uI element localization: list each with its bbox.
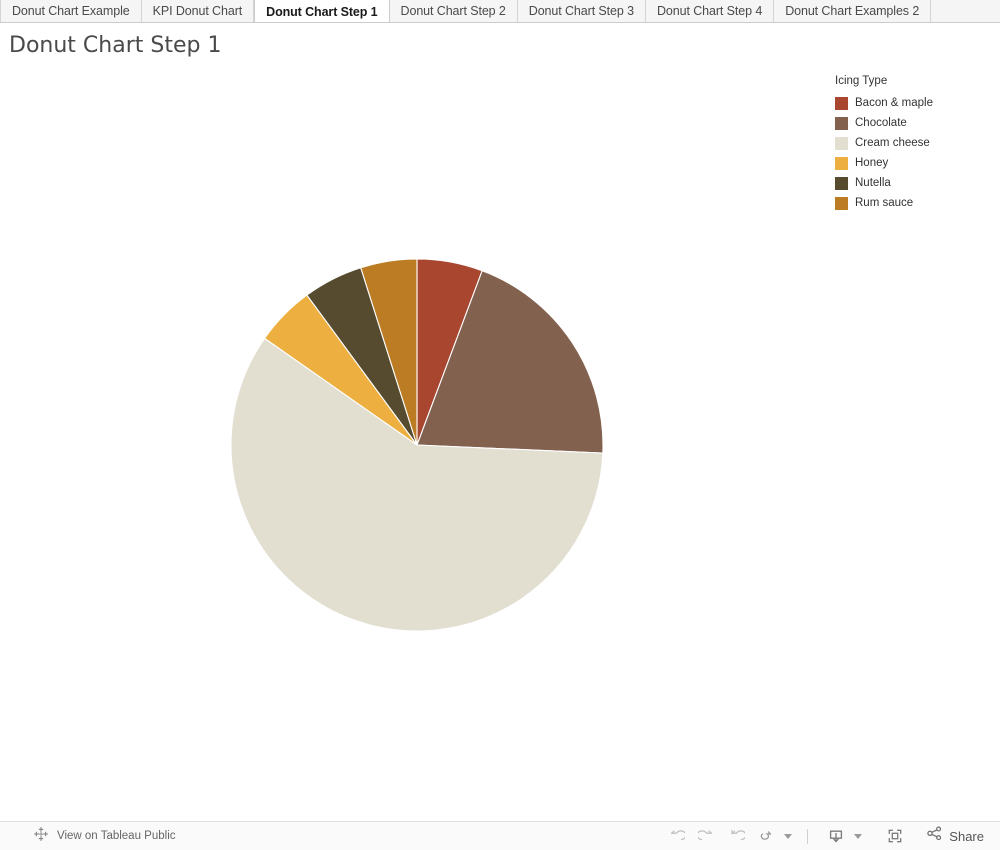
refresh-dropdown-caret[interactable]: [781, 823, 794, 849]
legend-items-list: Bacon & maple Chocolate Cream cheese Honey N…: [835, 93, 995, 213]
worksheet-tab-active[interactable]: Donut Chart Step 1: [254, 0, 390, 22]
legend-item[interactable]: Rum sauce: [835, 193, 995, 213]
toolbar-separator: [807, 828, 809, 844]
worksheet-tab[interactable]: Donut Chart Step 2: [389, 0, 518, 22]
legend-item[interactable]: Cream cheese: [835, 133, 995, 153]
download-dropdown-caret[interactable]: [851, 823, 864, 849]
worksheet-tab-label: Donut Chart Examples 2: [785, 4, 920, 18]
legend-color-swatch: [835, 196, 848, 210]
worksheet-tab[interactable]: Donut Chart Step 3: [517, 0, 646, 22]
page-title: Donut Chart Step 1: [9, 33, 222, 58]
legend-item[interactable]: Honey: [835, 153, 995, 173]
pie-chart[interactable]: [230, 258, 604, 632]
legend-item[interactable]: Chocolate: [835, 113, 995, 133]
worksheet-tab-bar: Donut Chart Example KPI Donut Chart Donut …: [0, 0, 1000, 23]
legend-item-label: Cream cheese: [855, 137, 930, 149]
legend-color-swatch: [835, 116, 848, 130]
refresh-button[interactable]: [751, 823, 781, 849]
tableau-viz-app: Donut Chart Example KPI Donut Chart Donut …: [0, 0, 1000, 850]
chart-area: [0, 70, 820, 815]
fullscreen-button[interactable]: [880, 823, 910, 849]
worksheet-tab-label: Donut Chart Step 2: [400, 4, 506, 18]
pie-chart-svg: [230, 258, 604, 632]
worksheet-tab[interactable]: KPI Donut Chart: [141, 0, 255, 22]
worksheet-tab[interactable]: Donut Chart Example: [0, 0, 142, 22]
toolbar-actions: Share: [661, 823, 984, 849]
chevron-down-icon: [783, 833, 792, 839]
legend-item-label: Nutella: [855, 177, 891, 189]
worksheet-tab[interactable]: Donut Chart Step 4: [645, 0, 775, 22]
legend-icing-type: Icing Type Bacon & maple Chocolate Cream c…: [835, 74, 995, 213]
legend-color-swatch: [835, 176, 848, 190]
legend-item-label: Chocolate: [855, 117, 907, 129]
redo-button[interactable]: [691, 823, 721, 849]
legend-item[interactable]: Nutella: [835, 173, 995, 193]
view-on-tableau-public-label: View on Tableau Public: [57, 830, 176, 842]
share-icon: [926, 825, 943, 847]
legend-color-swatch: [835, 156, 848, 170]
share-button[interactable]: Share: [926, 825, 984, 847]
undo-button[interactable]: [661, 823, 691, 849]
view-on-tableau-public-link[interactable]: View on Tableau Public: [33, 826, 176, 847]
legend-item-label: Honey: [855, 157, 889, 169]
chevron-down-icon: [853, 833, 862, 839]
worksheet-tab-label: Donut Chart Step 1: [266, 5, 378, 19]
download-button[interactable]: [821, 823, 851, 849]
bottom-toolbar: View on Tableau Public Share: [0, 821, 1000, 850]
worksheet-tab-label: Donut Chart Example: [12, 4, 130, 18]
legend-item-label: Rum sauce: [855, 197, 914, 209]
legend-title: Icing Type: [835, 75, 888, 87]
share-label: Share: [949, 828, 984, 844]
legend-item-label: Bacon & maple: [855, 97, 933, 109]
legend-item[interactable]: Bacon & maple: [835, 93, 995, 113]
legend-color-swatch: [835, 136, 848, 150]
worksheet-tab-label: Donut Chart Step 4: [656, 4, 763, 18]
revert-button[interactable]: [721, 823, 751, 849]
worksheet-tab-label: Donut Chart Step 3: [528, 4, 634, 18]
worksheet-tab[interactable]: Donut Chart Examples 2: [774, 0, 932, 22]
worksheet-tab-label: KPI Donut Chart: [152, 4, 243, 18]
tableau-logo-icon: [33, 826, 49, 847]
legend-color-swatch: [835, 96, 848, 110]
